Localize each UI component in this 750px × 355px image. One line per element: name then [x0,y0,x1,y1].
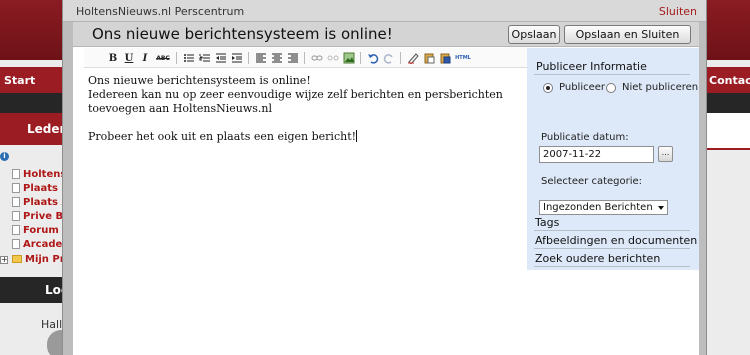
document-icon [12,183,20,193]
divider [534,230,690,231]
html-icon[interactable]: HTML [454,51,472,65]
nav-start-link[interactable]: Start [4,74,35,87]
save-button[interactable]: Opslaan [508,25,560,44]
editor-paragraph: Ons nieuwe berichtensysteem is online! [88,74,311,87]
editor-paragraph: toevoegen aan HoltensNieuws.nl [88,102,273,115]
editor-content[interactable]: Ons nieuwe berichtensysteem is online! I… [88,74,518,144]
document-icon [12,211,20,221]
indent-icon[interactable] [230,51,244,65]
editor-toolbar: B U I ABC HTML [84,48,527,68]
category-select-value: Ingezonden Berichten [543,202,653,213]
publish-radio-label[interactable]: Publiceer [559,82,605,93]
underline-icon[interactable]: U [122,51,136,65]
toolbar-separator [304,52,305,64]
outdent-icon[interactable] [214,51,228,65]
category-label: Selecteer categorie: [541,176,643,187]
divider [534,74,690,75]
media-section-toggle[interactable]: Afbeeldingen en documenten [535,234,697,247]
strikethrough-icon[interactable]: ABC [154,51,172,65]
folder-icon [12,255,22,263]
publication-date-input[interactable]: 2007-11-22 [539,146,654,163]
unlink-icon[interactable] [326,51,340,65]
numbered-list-icon[interactable] [198,51,212,65]
info-icon: i [0,152,9,161]
headline-bar: Ons nieuwe berichtensysteem is online! O… [73,22,699,47]
paste-word-icon[interactable] [438,51,452,65]
editor-blank-line [88,116,518,130]
bold-icon[interactable]: B [106,51,120,65]
align-center-icon[interactable] [270,51,284,65]
right-column-header [706,113,750,150]
search-older-toggle[interactable]: Zoek oudere berichten [535,252,660,265]
align-right-icon[interactable] [286,51,300,65]
date-picker-button[interactable]: ... [658,146,673,162]
document-icon [12,197,20,207]
publish-radio[interactable] [543,83,553,93]
perscentrum-modal: HoltensNieuws.nl Perscentrum Sluiten Ons… [62,0,707,355]
close-link[interactable]: Sluiten [659,5,697,18]
page-title: Ons nieuwe berichtensysteem is online! [92,25,393,43]
tags-section-toggle[interactable]: Tags [535,216,559,229]
align-left-icon[interactable] [254,51,268,65]
image-icon[interactable] [342,51,356,65]
document-icon [12,225,20,235]
nav-contact-link[interactable]: Contact [709,74,750,87]
divider [534,266,690,267]
bullet-list-icon[interactable] [182,51,196,65]
modal-title: HoltensNieuws.nl Perscentrum [76,5,245,18]
rich-text-editor[interactable]: B U I ABC HTML Ons nieuwe berichtensyste… [84,48,527,355]
editor-paragraph-last: Probeer het ook uit en plaats een eigen … [88,130,518,144]
clean-format-icon[interactable] [406,51,420,65]
toolbar-separator [360,52,361,64]
redo-icon[interactable] [382,51,396,65]
italic-icon[interactable]: I [138,51,152,65]
tree-item-label: Forum [23,225,59,236]
divider [534,248,690,249]
modal-body: Ons nieuwe berichtensysteem is online! O… [73,22,699,355]
no-publish-radio[interactable] [606,83,616,93]
editor-paragraph: Probeer het ook uit en plaats een eigen … [88,130,357,143]
publish-info-section: Publiceer Informatie Publiceer Niet publ… [527,48,699,270]
link-icon[interactable] [310,51,324,65]
document-icon [12,169,20,179]
modal-titlebar: HoltensNieuws.nl Perscentrum Sluiten [63,0,706,22]
chevron-down-icon [658,206,664,210]
expand-icon[interactable]: + [0,256,8,264]
undo-icon[interactable] [366,51,380,65]
save-and-close-button[interactable]: Opslaan en Sluiten [564,25,691,44]
category-select[interactable]: Ingezonden Berichten [539,200,668,215]
text-cursor [356,130,358,142]
publication-date-label: Publicatie datum: [541,132,629,143]
toolbar-separator [176,52,177,64]
document-icon [12,239,20,249]
toolbar-separator [400,52,401,64]
publish-heading: Publiceer Informatie [536,60,647,73]
toolbar-separator [248,52,249,64]
publish-panel: Publiceer Informatie Publiceer Niet publ… [527,48,699,355]
no-publish-radio-label[interactable]: Niet publiceren [622,82,698,93]
editor-paragraph: Iedereen kan nu op zeer eenvoudige wijze… [88,88,503,101]
paste-icon[interactable] [422,51,436,65]
